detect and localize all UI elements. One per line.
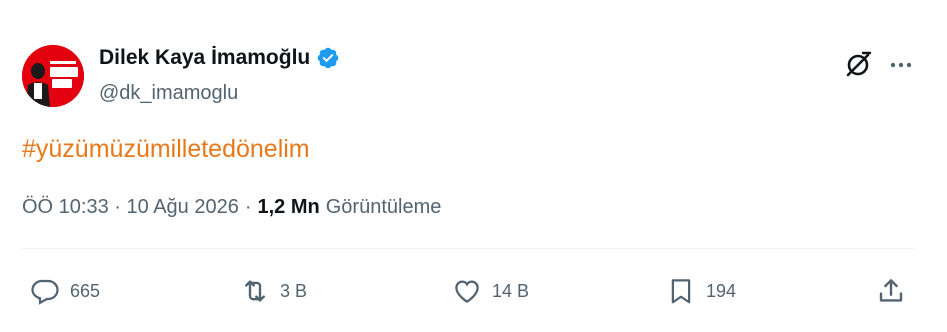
bookmark-count: 194 xyxy=(706,280,737,301)
share-icon xyxy=(879,279,903,302)
action-bar: 665 3 B 14 B 194 xyxy=(0,268,947,314)
more-icon[interactable] xyxy=(886,50,916,80)
views-label: Görüntüleme xyxy=(325,196,442,218)
avatar-image xyxy=(22,45,84,107)
reply-button[interactable]: 665 xyxy=(30,268,100,314)
verified-badge-icon[interactable] xyxy=(316,46,340,70)
tweet-meta: ÖÖ 10:33 · 10 Ağu 2026 · 1,2 Mn Görüntül… xyxy=(22,196,441,219)
author-name-row[interactable]: Dilek Kaya İmamoğlu xyxy=(99,46,340,70)
author-display-name[interactable]: Dilek Kaya İmamoğlu xyxy=(99,46,310,70)
tweet-hashtag[interactable]: #yüzümüzümilletedönelim xyxy=(22,135,310,164)
like-icon xyxy=(455,280,479,303)
like-button[interactable]: 14 B xyxy=(452,268,529,314)
share-button[interactable] xyxy=(876,268,906,314)
meta-separator: · xyxy=(244,196,252,218)
grok-icon[interactable] xyxy=(843,50,873,80)
like-count: 14 B xyxy=(492,280,530,301)
bookmark-button[interactable]: 194 xyxy=(666,268,736,314)
reply-count: 665 xyxy=(70,280,101,301)
bookmark-icon xyxy=(671,279,691,304)
repost-icon xyxy=(245,280,265,302)
repost-count: 3 B xyxy=(280,280,308,301)
author-handle[interactable]: @dk_imamoglu xyxy=(99,82,238,105)
divider xyxy=(22,248,914,249)
tweet-card: Dilek Kaya İmamoğlu @dk_imamoglu #yüzümü… xyxy=(0,0,947,332)
repost-button[interactable]: 3 B xyxy=(240,268,307,314)
avatar[interactable] xyxy=(22,45,84,107)
views-count: 1,2 Mn xyxy=(257,196,320,218)
reply-icon xyxy=(31,279,59,305)
tweet-timestamp[interactable]: ÖÖ 10:33 · 10 Ağu 2026 xyxy=(22,196,239,219)
